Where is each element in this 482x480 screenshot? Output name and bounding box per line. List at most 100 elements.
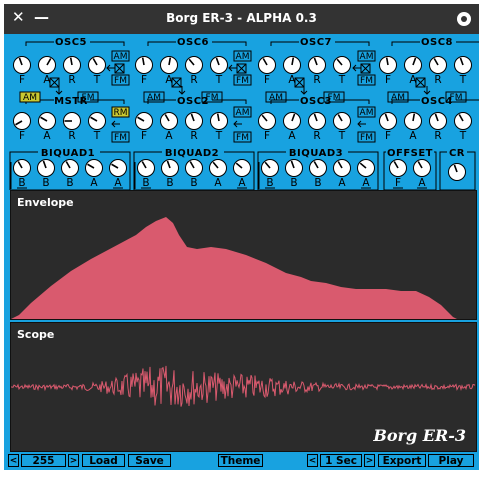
offset-knob[interactable] [389, 159, 407, 177]
fm-button-label: FM [114, 76, 127, 86]
osc-knob[interactable] [63, 56, 81, 74]
load-button[interactable]: Load [82, 454, 125, 467]
am-button[interactable]: AM [143, 91, 165, 103]
osc-knob[interactable] [210, 112, 228, 130]
osc-knob[interactable] [210, 56, 228, 74]
envelope-graph[interactable] [11, 191, 476, 319]
route-toggle[interactable] [114, 63, 125, 74]
osc-knob[interactable] [38, 56, 56, 74]
am-button[interactable]: AM [387, 91, 409, 103]
fm-button[interactable]: FM [111, 74, 130, 86]
osc-knob[interactable] [379, 112, 397, 130]
envelope-panel[interactable]: Envelope [10, 190, 477, 320]
fm-button[interactable]: FM [357, 74, 376, 86]
app-window: ✕ — Borg ER-3 - ALPHA 0.3 OSC5 F A R T OSC6 F A… [4, 4, 479, 470]
filter-knob[interactable] [285, 159, 303, 177]
osc-mix-toggle[interactable] [171, 77, 182, 88]
osc-knob[interactable] [13, 112, 31, 130]
value-field[interactable]: 255 [21, 454, 66, 467]
am-button[interactable]: AM [233, 106, 252, 118]
am-button[interactable]: AM [265, 91, 287, 103]
filter-knob[interactable] [109, 159, 127, 177]
am-button-label: AM [147, 93, 161, 103]
value-prev-button[interactable]: < [8, 454, 19, 467]
fm-button[interactable]: FM [233, 131, 252, 143]
filter-knob[interactable] [37, 159, 55, 177]
window-menu-icon[interactable] [457, 12, 471, 26]
osc-knob[interactable] [429, 112, 447, 130]
osc-knob[interactable] [404, 112, 422, 130]
osc-knob[interactable] [379, 56, 397, 74]
fm-button[interactable]: FM [357, 131, 376, 143]
fm-button-label: FM [328, 93, 341, 103]
osc-knob[interactable] [88, 112, 106, 130]
value-next-button[interactable]: > [68, 454, 79, 467]
filter-knob[interactable] [209, 159, 227, 177]
osc-knob[interactable] [160, 112, 178, 130]
filter-knob[interactable] [233, 159, 251, 177]
play-button[interactable]: Play [428, 454, 474, 467]
filter-knob[interactable] [333, 159, 351, 177]
osc-knob[interactable] [185, 56, 203, 74]
fm-button[interactable]: FM [323, 91, 345, 103]
filter-knob[interactable] [161, 159, 179, 177]
osc-knob[interactable] [185, 112, 203, 130]
osc-mix-toggle[interactable] [415, 77, 426, 88]
filter-knob[interactable] [137, 159, 155, 177]
osc-knob[interactable] [283, 56, 301, 74]
am-button[interactable]: AM [111, 50, 130, 62]
fm-button[interactable]: FM [445, 91, 467, 103]
filter-knob[interactable] [261, 159, 279, 177]
osc-knob[interactable] [160, 56, 178, 74]
filter-knob[interactable] [61, 159, 79, 177]
osc-knob[interactable] [454, 112, 472, 130]
osc-knob[interactable] [38, 112, 56, 130]
save-button[interactable]: Save [128, 454, 171, 467]
fm-button[interactable]: FM [201, 91, 223, 103]
filter-knob[interactable] [185, 159, 203, 177]
rm-button-active[interactable]: RM [111, 106, 130, 118]
osc-knob[interactable] [258, 112, 276, 130]
export-button[interactable]: Export [378, 454, 426, 467]
osc-mix-toggle[interactable] [294, 77, 305, 88]
envelope-shape [11, 217, 457, 319]
osc-knob[interactable] [308, 112, 326, 130]
osc-knob[interactable] [88, 56, 106, 74]
osc-knob[interactable] [283, 112, 301, 130]
knob-label: B [18, 177, 25, 189]
fm-button-label: FM [206, 93, 219, 103]
osc-knob[interactable] [135, 56, 153, 74]
duration-field[interactable]: 1 Sec [320, 454, 362, 467]
osc-knob[interactable] [333, 112, 351, 130]
knob-label: A [338, 177, 346, 189]
duration-prev-button[interactable]: < [307, 454, 318, 467]
bottom-toolbar: < 255 > Load Save Theme < 1 Sec > Export… [4, 452, 479, 470]
filter-knob[interactable] [85, 159, 103, 177]
osc-knob[interactable] [258, 56, 276, 74]
am-button-active[interactable]: AM [19, 91, 41, 103]
osc-knob[interactable] [454, 56, 472, 74]
route-toggle[interactable] [360, 63, 371, 74]
filter-knob[interactable] [13, 159, 31, 177]
am-button[interactable]: AM [357, 50, 376, 62]
osc-knob[interactable] [63, 112, 81, 130]
cr-knob[interactable] [448, 163, 466, 181]
osc-knob[interactable] [135, 112, 153, 130]
osc-mix-toggle[interactable] [49, 77, 60, 88]
osc-knob[interactable] [404, 56, 422, 74]
osc-knob[interactable] [429, 56, 447, 74]
filter-knob[interactable] [357, 159, 375, 177]
fm-button[interactable]: FM [111, 131, 130, 143]
osc-knob[interactable] [333, 56, 351, 74]
am-button[interactable]: AM [233, 50, 252, 62]
duration-next-button[interactable]: > [364, 454, 375, 467]
theme-button[interactable]: Theme [218, 454, 263, 467]
offset-knob[interactable] [413, 159, 431, 177]
fm-button[interactable]: FM [77, 91, 99, 103]
fm-button[interactable]: FM [233, 74, 252, 86]
route-toggle[interactable] [236, 63, 247, 74]
am-button[interactable]: AM [357, 106, 376, 118]
filter-knob[interactable] [309, 159, 327, 177]
osc-knob[interactable] [308, 56, 326, 74]
osc-knob[interactable] [13, 56, 31, 74]
